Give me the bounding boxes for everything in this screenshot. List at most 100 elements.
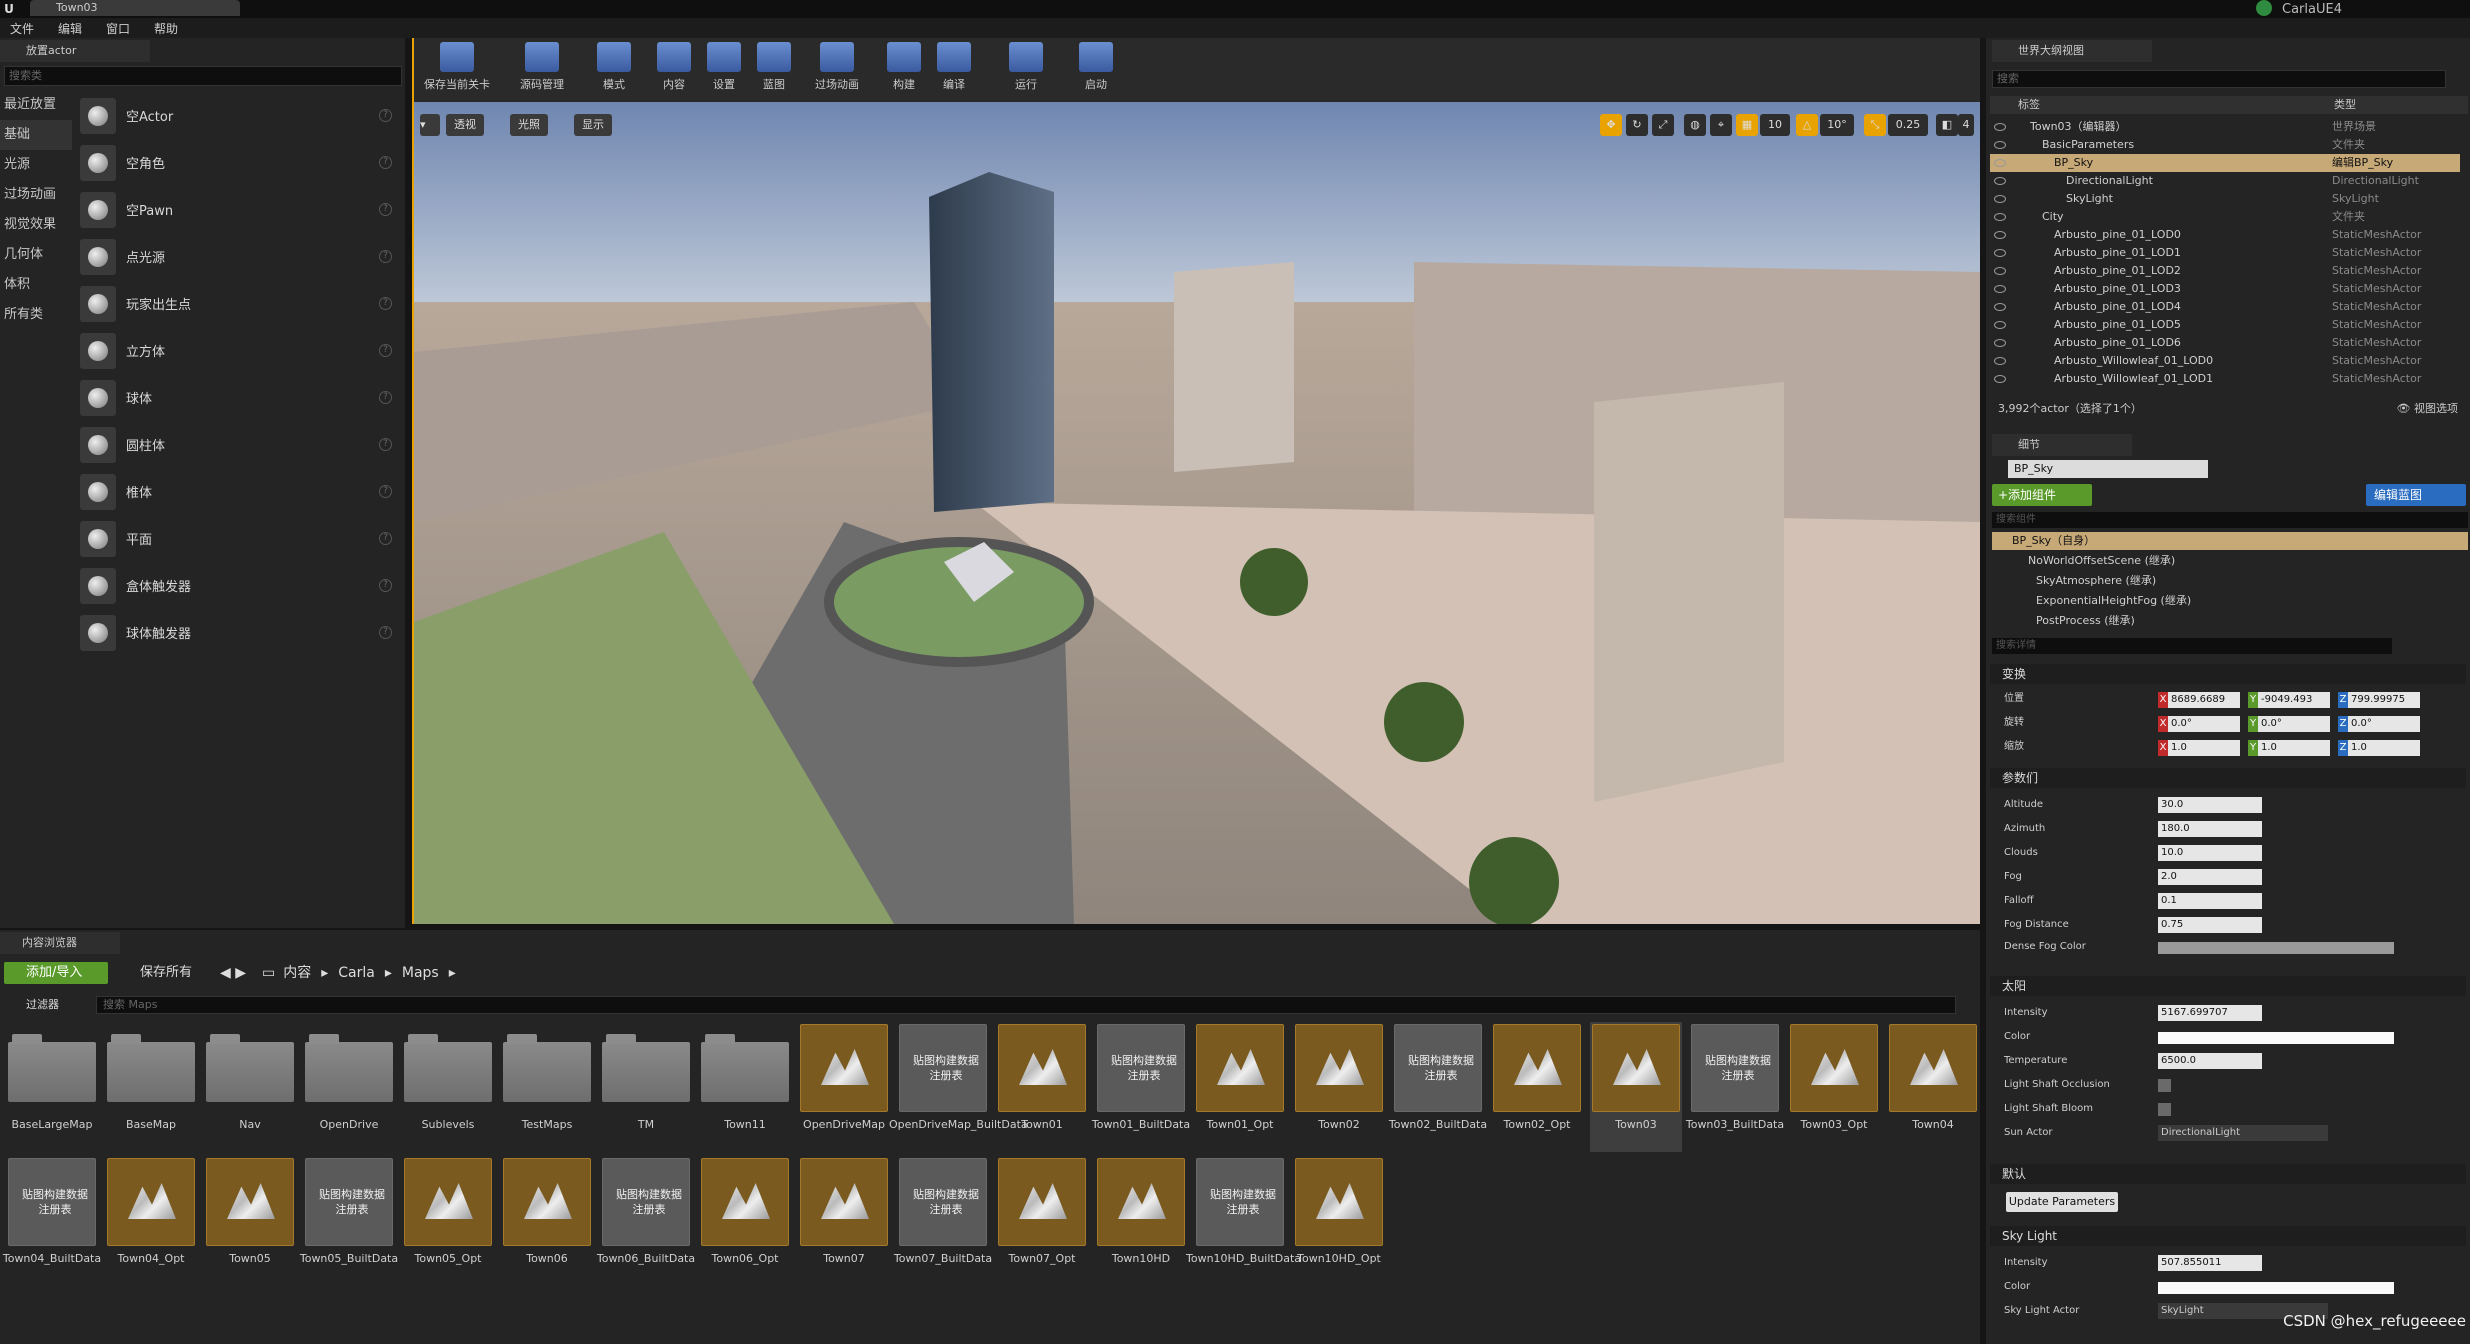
asset-tile-folder[interactable]: OpenDrive — [303, 1022, 395, 1152]
scale-z-field[interactable]: 1.0 — [2348, 740, 2420, 756]
sun-intensity-field[interactable]: 5167.699707 — [2158, 1005, 2262, 1021]
toolbar-button-4[interactable]: 内容 — [652, 42, 696, 98]
add-import-button[interactable]: 添加/导入 — [4, 962, 108, 984]
param-value-field[interactable]: 0.1 — [2158, 893, 2262, 909]
toolbar-button-11[interactable]: 启动 — [1068, 42, 1124, 98]
visibility-eye-icon[interactable] — [1994, 213, 2006, 221]
placeable-item[interactable]: 球体? — [74, 374, 402, 421]
component-self[interactable]: BP_Sky（自身） — [1992, 532, 2468, 550]
asset-tile-map[interactable]: Town01_Opt — [1194, 1022, 1286, 1152]
category-item[interactable]: 体积 — [0, 270, 72, 300]
placeable-item[interactable]: 空角色? — [74, 139, 402, 186]
translate-tool-icon[interactable]: ✥ — [1600, 114, 1622, 136]
category-item[interactable]: 几何体 — [0, 240, 72, 270]
menu-help[interactable]: 帮助 — [154, 20, 178, 37]
visibility-eye-icon[interactable] — [1994, 303, 2006, 311]
toolbar-button-7[interactable]: 过场动画 — [802, 42, 872, 98]
visibility-eye-icon[interactable] — [1994, 285, 2006, 293]
light-shaft-bloom-checkbox[interactable] — [2158, 1103, 2171, 1116]
column-type-header[interactable]: 类型 — [2334, 96, 2356, 114]
asset-tile-folder[interactable]: BaseLargeMap — [6, 1022, 98, 1152]
placeable-item[interactable]: 椎体? — [74, 468, 402, 515]
asset-tile-map[interactable]: Town03 — [1590, 1022, 1682, 1152]
visibility-eye-icon[interactable] — [1994, 141, 2006, 149]
placeable-item[interactable]: 圆柱体? — [74, 421, 402, 468]
asset-tile-built[interactable]: 贴图构建数据 注册表 Town05_BuiltData — [300, 1156, 398, 1286]
toolbar-button-2[interactable]: 源码管理 — [506, 42, 578, 98]
outliner-row[interactable]: Arbusto_pine_01_LOD5 StaticMeshActor — [1990, 316, 2460, 334]
asset-tile-map[interactable]: Town03_Opt — [1788, 1022, 1880, 1152]
outliner-row[interactable]: Arbusto_pine_01_LOD6 StaticMeshActor — [1990, 334, 2460, 352]
toolbar-button-6[interactable]: 蓝图 — [752, 42, 796, 98]
help-icon[interactable]: ? — [379, 532, 392, 545]
details-tab[interactable]: 细节 — [1992, 434, 2132, 456]
temperature-field[interactable]: 6500.0 — [2158, 1053, 2262, 1069]
asset-search-input[interactable]: 搜索 Maps — [96, 996, 1956, 1014]
category-item[interactable]: 基础 — [0, 120, 72, 150]
component-item[interactable]: NoWorldOffsetScene (继承) — [2028, 552, 2175, 570]
param-value-field[interactable]: 0.75 — [2158, 917, 2262, 933]
placeable-item[interactable]: 球体触发器? — [74, 609, 402, 656]
asset-tile-folder[interactable]: Sublevels — [402, 1022, 494, 1152]
outliner-row[interactable]: Arbusto_pine_01_LOD0 StaticMeshActor — [1990, 226, 2460, 244]
help-icon[interactable]: ? — [379, 250, 392, 263]
placeable-item[interactable]: 立方体? — [74, 327, 402, 374]
component-item[interactable]: PostProcess (继承) — [2036, 612, 2135, 630]
world-outliner-tab[interactable]: 世界大纲视图 — [1992, 40, 2152, 62]
dense-fog-color-swatch[interactable] — [2158, 942, 2394, 954]
toolbar-button-5[interactable]: 设置 — [702, 42, 746, 98]
visibility-eye-icon[interactable] — [1994, 195, 2006, 203]
asset-tile-folder[interactable]: TestMaps — [501, 1022, 593, 1152]
visibility-eye-icon[interactable] — [1994, 231, 2006, 239]
visibility-eye-icon[interactable] — [1994, 177, 2006, 185]
rotation-snap-value[interactable]: 10° — [1820, 114, 1854, 136]
asset-tile-built[interactable]: 贴图构建数据 注册表 Town06_BuiltData — [597, 1156, 695, 1286]
component-item[interactable]: ExponentialHeightFog (继承) — [2036, 592, 2191, 610]
asset-tile-built[interactable]: 贴图构建数据 注册表 Town02_BuiltData — [1389, 1022, 1487, 1152]
lighting-button[interactable]: 光照 — [510, 114, 548, 136]
outliner-row[interactable]: BasicParameters 文件夹 — [1990, 136, 2460, 154]
actor-name-field[interactable]: BP_Sky — [2008, 460, 2208, 478]
asset-tile-map[interactable]: Town02 — [1293, 1022, 1385, 1152]
sun-section[interactable]: 太阳 — [1990, 976, 2466, 996]
breadcrumb-maps[interactable]: Maps — [402, 962, 439, 984]
help-icon[interactable]: ? — [379, 438, 392, 451]
outliner-row[interactable]: Arbusto_pine_01_LOD4 StaticMeshActor — [1990, 298, 2460, 316]
menu-window[interactable]: 窗口 — [106, 20, 130, 37]
placeable-item[interactable]: 平面? — [74, 515, 402, 562]
asset-tile-map[interactable]: Town04_Opt — [105, 1156, 197, 1286]
details-search-input[interactable]: 搜索详情 — [1992, 638, 2392, 654]
location-z-field[interactable]: 799.99975 — [2348, 692, 2420, 708]
transform-section[interactable]: 变换 — [1990, 664, 2466, 684]
help-icon[interactable]: ? — [379, 203, 392, 216]
parameters-section[interactable]: 参数们 — [1990, 768, 2466, 788]
content-browser-tab[interactable]: 内容浏览器 — [0, 932, 120, 954]
rotation-x-field[interactable]: 0.0° — [2168, 716, 2240, 732]
outliner-row[interactable]: Town03（编辑器） 世界场景 — [1990, 118, 2460, 136]
save-all-button[interactable]: 保存所有 — [120, 962, 210, 984]
rotate-tool-icon[interactable]: ↻ — [1626, 114, 1648, 136]
sky-light-section[interactable]: Sky Light — [1990, 1226, 2466, 1246]
category-item[interactable]: 最近放置 — [0, 90, 72, 120]
help-icon[interactable]: ? — [379, 485, 392, 498]
help-icon[interactable]: ? — [379, 626, 392, 639]
component-item[interactable]: SkyAtmosphere (继承) — [2036, 572, 2156, 590]
edit-blueprint-button[interactable]: 编辑蓝图 — [2366, 484, 2466, 506]
scale-snap-icon[interactable]: ⤡ — [1864, 114, 1886, 136]
asset-tile-folder[interactable]: Nav — [204, 1022, 296, 1152]
filters-button[interactable]: 过滤器 — [4, 996, 94, 1014]
asset-tile-built[interactable]: 贴图构建数据 注册表 Town03_BuiltData — [1686, 1022, 1784, 1152]
asset-tile-built[interactable]: 贴图构建数据 注册表 Town01_BuiltData — [1092, 1022, 1190, 1152]
outliner-row[interactable]: Arbusto_pine_01_LOD2 StaticMeshActor — [1990, 262, 2460, 280]
column-label-header[interactable]: 标签 — [2018, 96, 2040, 114]
class-search-input[interactable]: 搜索类 — [4, 66, 402, 86]
visibility-eye-icon[interactable] — [1994, 249, 2006, 257]
add-component-button[interactable]: +添加组件 — [1992, 484, 2092, 506]
visibility-eye-icon[interactable] — [1994, 159, 2006, 167]
asset-tile-map[interactable]: Town02_Opt — [1491, 1022, 1583, 1152]
asset-tile-map[interactable]: OpenDriveMap — [798, 1022, 890, 1152]
asset-tile-map[interactable]: Town10HD — [1095, 1156, 1187, 1286]
placeable-item[interactable]: 玩家出生点? — [74, 280, 402, 327]
camera-speed-value[interactable]: 4 — [1958, 114, 1974, 136]
help-icon[interactable]: ? — [379, 579, 392, 592]
